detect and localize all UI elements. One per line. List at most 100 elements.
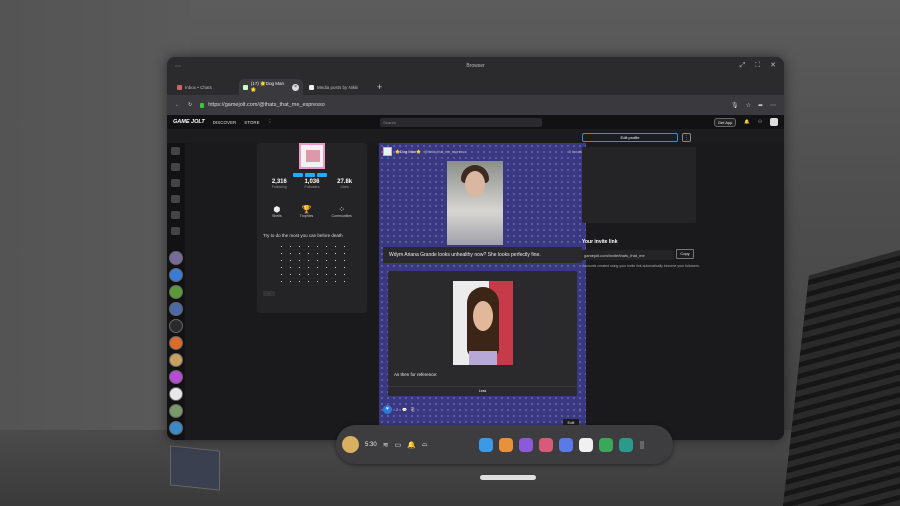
wifi-icon[interactable]: ≋ xyxy=(383,441,389,449)
close-tab-icon[interactable]: × xyxy=(292,83,299,91)
tab-inbox[interactable]: Inbox • Chats xyxy=(173,79,237,95)
notifications-icon[interactable]: 🔔 xyxy=(407,441,416,449)
get-app-button[interactable]: Get App xyxy=(713,117,737,127)
community-avatar[interactable] xyxy=(169,251,183,265)
rail-icon[interactable] xyxy=(171,179,180,187)
tab-strip: ⋯ Inbox • Chats (17) 🌟Dog Man🌟 × Media p… xyxy=(167,64,784,95)
files-app-icon[interactable] xyxy=(499,437,514,452)
tab-menu-icon[interactable]: ⋯ xyxy=(175,63,181,70)
messages-app-icon[interactable] xyxy=(599,437,614,452)
community-avatar[interactable] xyxy=(169,302,183,316)
reply-text: As then for reference: xyxy=(394,372,438,377)
button-label: Shells xyxy=(272,214,282,218)
starfield-image xyxy=(277,243,347,283)
post-avatar[interactable] xyxy=(383,147,392,156)
like-icon[interactable]: ♥ xyxy=(383,405,392,414)
nav-store[interactable]: STORE xyxy=(244,120,259,125)
community-avatar[interactable] xyxy=(169,370,183,384)
post-card: 🌟Dog Man🌟 @thats_that_me_espresso 5 hour… xyxy=(379,143,586,440)
post-more-icon[interactable]: ⋮ xyxy=(578,407,582,412)
nav-more-icon[interactable]: ⋮ xyxy=(268,119,273,125)
communities-button[interactable]: ⁘ Communities xyxy=(331,205,351,218)
copy-button[interactable]: Copy xyxy=(676,249,694,259)
tab-gamejolt[interactable]: (17) 🌟Dog Man🌟 × xyxy=(239,79,303,95)
tab-x[interactable]: Media posts by Nikki xyxy=(305,79,369,95)
rail-icon[interactable] xyxy=(171,195,180,203)
post-time: 5 hours xyxy=(568,149,582,154)
stat-label: Followers xyxy=(304,185,320,189)
window-title: Browser xyxy=(466,63,485,69)
community-avatar[interactable] xyxy=(169,268,183,282)
new-tab-icon[interactable]: + xyxy=(377,82,382,92)
post-image[interactable] xyxy=(447,161,503,245)
home-bar[interactable] xyxy=(480,475,536,480)
more-options-button[interactable]: ⋮ xyxy=(682,133,691,142)
bookmark-icon[interactable]: ☆ xyxy=(746,102,751,109)
notifications-icon[interactable]: 🔔 xyxy=(744,119,750,125)
reference-image[interactable] xyxy=(453,281,513,365)
camera-app-icon[interactable] xyxy=(539,437,554,452)
vr-taskbar: 5:30 ≋ ▭ 🔔 ⌓ ⣿ xyxy=(336,425,673,464)
community-avatar[interactable] xyxy=(169,421,183,435)
rail-icon[interactable] xyxy=(171,163,180,171)
profile-bio: Try to do the most you can before death xyxy=(263,233,343,238)
reload-icon[interactable]: ↻ xyxy=(188,102,192,108)
rail-icon[interactable] xyxy=(171,147,180,155)
instagram-icon xyxy=(177,84,182,90)
lock-icon xyxy=(200,102,205,108)
community-avatar[interactable] xyxy=(169,404,183,418)
address-bar: ← ↻ https://gamejolt.com/@thats_that_me_… xyxy=(167,95,784,115)
share-icon[interactable]: ➦ xyxy=(758,102,763,109)
back-icon[interactable]: ← xyxy=(175,102,180,108)
settings-app-icon[interactable] xyxy=(619,437,634,452)
share-icon[interactable]: ⎘ xyxy=(411,407,414,412)
profile-avatar[interactable] xyxy=(299,143,325,169)
stat-following[interactable]: 2,316 Following xyxy=(272,179,287,189)
close-window-icon[interactable]: ✕ xyxy=(770,57,776,75)
community-avatar[interactable] xyxy=(169,387,183,401)
post-header: 🌟Dog Man🌟 @thats_that_me_espresso 5 hour… xyxy=(383,147,582,156)
pinterest-app-icon[interactable] xyxy=(579,437,594,452)
people-app-icon[interactable] xyxy=(519,437,534,452)
gamejolt-logo[interactable]: GAME JOLT xyxy=(173,119,205,125)
friends-icon[interactable]: ⚇ xyxy=(758,119,762,125)
user-avatar[interactable] xyxy=(342,436,359,453)
community-avatar[interactable] xyxy=(169,285,183,299)
post-handle[interactable]: @thats_that_me_espresso xyxy=(424,150,466,154)
headset-icon[interactable]: ⌓ xyxy=(422,441,428,449)
profile-more-button[interactable]: ... xyxy=(263,291,275,296)
more-menu-icon[interactable]: ⋯ xyxy=(770,102,776,109)
user-avatar[interactable] xyxy=(770,118,778,126)
invite-link-field[interactable]: gamejolt.com/invite/thats_that_me xyxy=(582,250,674,260)
gamejolt-navbar: GAME JOLT DISCOVER STORE ⋮ Search Get Ap… xyxy=(167,115,784,129)
rail-icon[interactable] xyxy=(171,211,180,219)
search-input[interactable]: Search xyxy=(380,117,543,127)
browser-app-icon[interactable] xyxy=(559,437,574,452)
community-avatar[interactable] xyxy=(169,336,183,350)
community-avatar[interactable] xyxy=(169,353,183,367)
post-author[interactable]: 🌟Dog Man🌟 xyxy=(395,149,421,154)
like-count: 2 xyxy=(396,407,399,412)
shell-icon: ⬢ xyxy=(273,205,281,214)
clock: 5:30 xyxy=(365,441,377,448)
trophies-button[interactable]: 🏆 Trophies xyxy=(300,205,314,218)
shells-button[interactable]: ⬢ Shells xyxy=(272,205,282,218)
edit-profile-button[interactable]: Edit profile xyxy=(582,133,678,142)
mic-icon[interactable]: 🎙 xyxy=(731,102,739,109)
stat-likes[interactable]: 27.8k Likes xyxy=(337,179,352,189)
url-field[interactable]: https://gamejolt.com/@thats_that_me_espr… xyxy=(200,102,325,108)
fullscreen-icon[interactable]: ⛶ xyxy=(755,57,760,75)
rail-icon[interactable] xyxy=(171,227,180,235)
wall-poster xyxy=(170,445,220,491)
community-avatar[interactable] xyxy=(169,319,183,333)
nav-discover[interactable]: DISCOVER xyxy=(213,120,237,125)
store-app-icon[interactable] xyxy=(479,437,494,452)
post-actions: ♥ 2 💬 ⎘ ⋮ xyxy=(383,405,582,414)
resize-icon[interactable]: ⤢ xyxy=(740,57,746,75)
app-grid-icon[interactable]: ⣿ xyxy=(639,441,644,449)
stat-followers[interactable]: 1,036 Followers xyxy=(304,179,319,189)
battery-icon[interactable]: ▭ xyxy=(395,441,402,449)
empty-panel xyxy=(582,147,696,223)
less-button[interactable]: Less xyxy=(388,386,577,393)
comment-icon[interactable]: 💬 xyxy=(402,407,407,412)
